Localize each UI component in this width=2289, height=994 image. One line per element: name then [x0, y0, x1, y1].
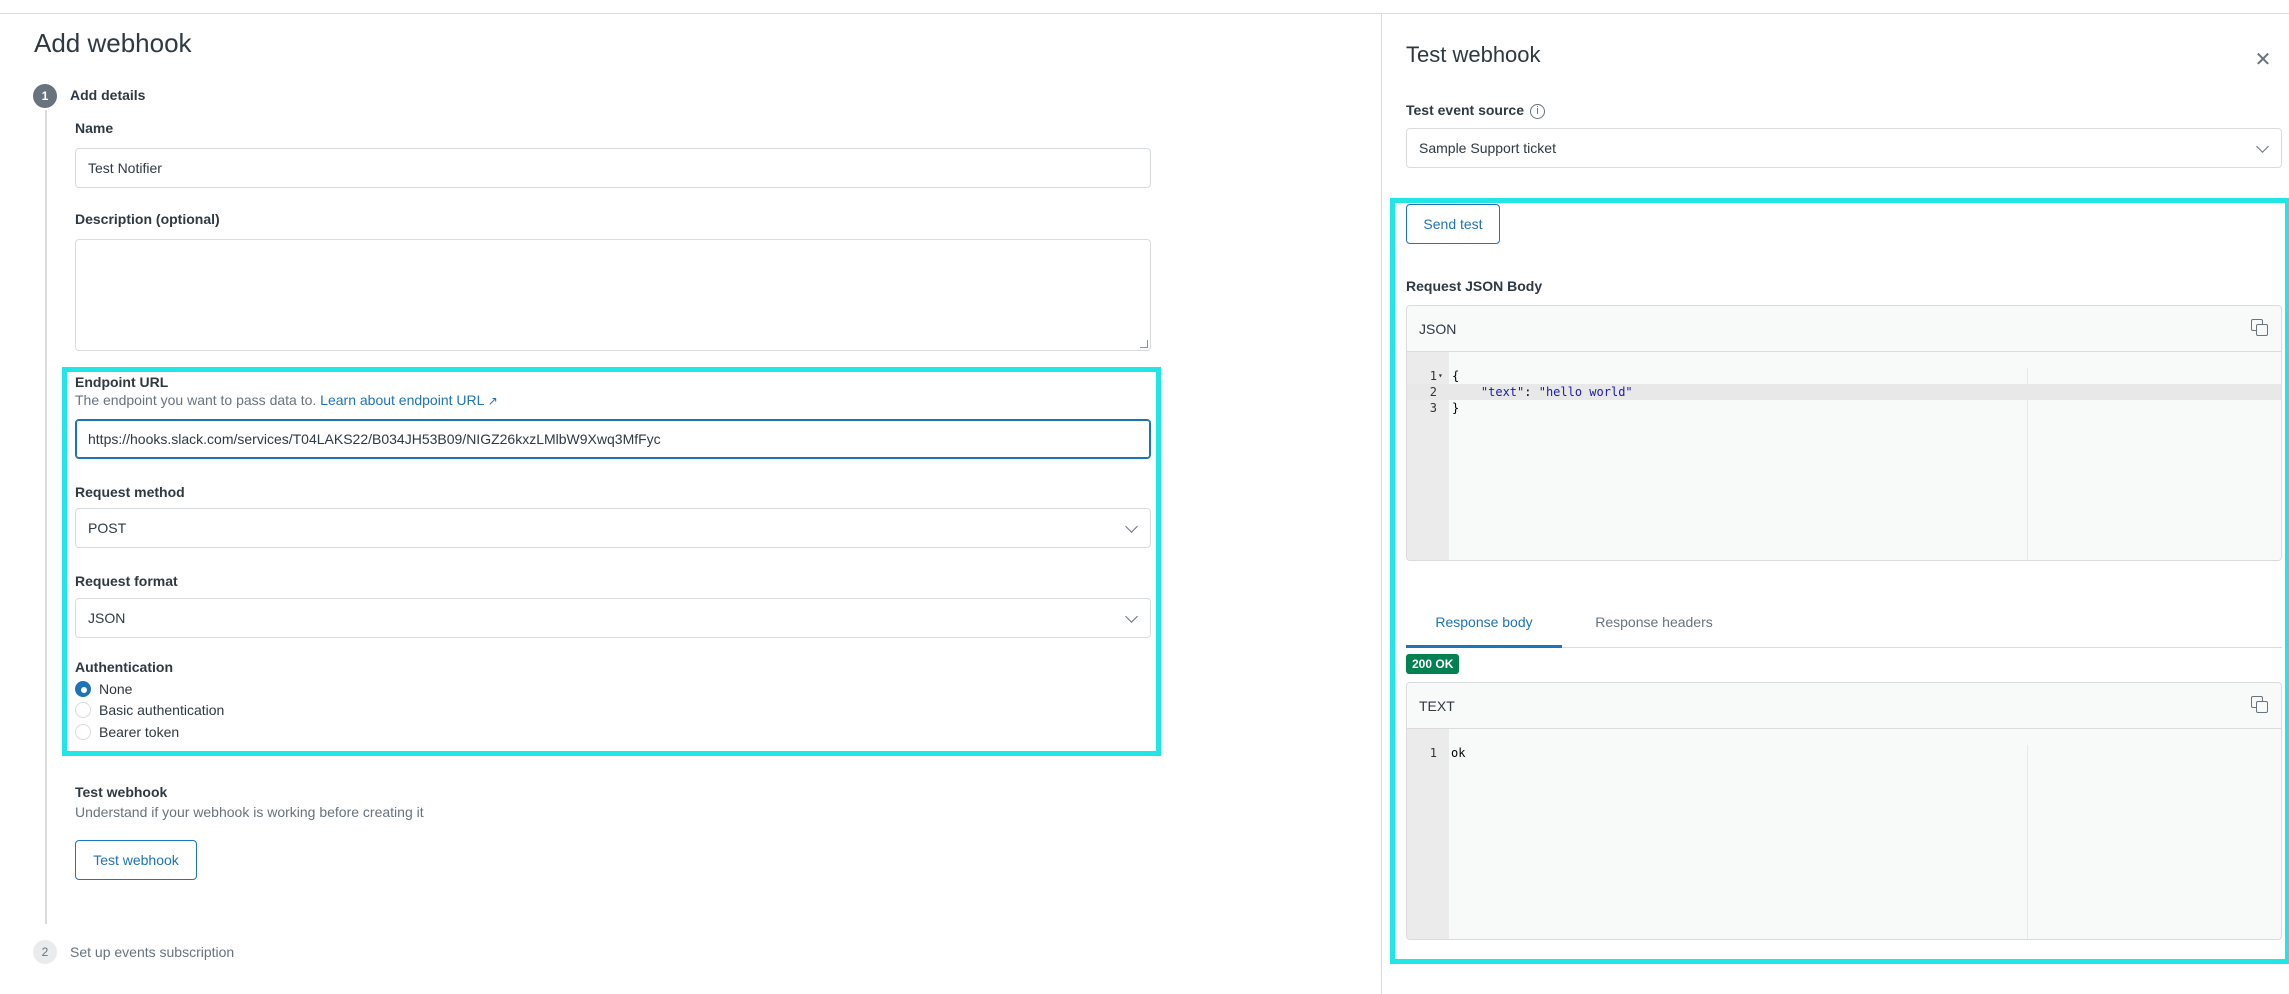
auth-option-label: Bearer token	[99, 724, 180, 740]
chevron-down-icon	[1125, 520, 1138, 533]
response-format-label: TEXT	[1419, 698, 1455, 714]
close-icon[interactable]: ✕	[2253, 50, 2273, 70]
print-margin	[2027, 745, 2028, 939]
radio-unchecked-icon[interactable]	[75, 702, 91, 718]
send-test-button[interactable]: Send test	[1406, 204, 1500, 244]
info-icon[interactable]: i	[1530, 104, 1546, 119]
line-number: 1	[1429, 369, 1437, 383]
description-label: Description (optional)	[75, 211, 220, 227]
learn-endpoint-url-link-text[interactable]: Learn about endpoint URL	[320, 392, 484, 408]
request-json-editor[interactable]: JSON 1 ▾ { 2 "text": "hello world" 3 }	[1406, 305, 2282, 561]
endpoint-url-hint: The endpoint you want to pass data to. L…	[75, 392, 498, 408]
json-value: "hello world"	[1538, 385, 1633, 399]
auth-option-label: Basic authentication	[99, 702, 225, 718]
step-1-indicator: 1	[33, 84, 57, 108]
authentication-label: Authentication	[75, 659, 173, 675]
test-webhook-title: Test webhook	[75, 784, 168, 800]
auth-option-label: None	[99, 681, 133, 697]
response-tabs: Response body Response headers	[1406, 602, 2282, 648]
code-line: 1 ok	[1407, 745, 2281, 761]
step-2-label: Set up events subscription	[70, 944, 235, 960]
request-format-label: JSON	[1419, 321, 1457, 337]
code-text: ok	[1451, 746, 1466, 760]
response-text-viewer[interactable]: TEXT 1 ok	[1406, 682, 2282, 940]
auth-option-none[interactable]: None	[75, 679, 132, 699]
description-field[interactable]	[75, 239, 1151, 351]
line-number: 3	[1429, 401, 1437, 415]
code-line-active: 2 "text": "hello world"	[1407, 384, 2281, 400]
name-label: Name	[75, 120, 114, 136]
chevron-down-icon	[1125, 610, 1138, 623]
test-webhook-panel: Test webhook ✕ Test event source i Sample…	[1381, 14, 2289, 994]
status-badge: 200 OK	[1406, 654, 1460, 674]
json-key: "text"	[1480, 385, 1525, 399]
radio-unchecked-icon[interactable]	[75, 724, 91, 740]
request-code-area[interactable]: 1 ▾ { 2 "text": "hello world" 3 }	[1407, 352, 2281, 560]
add-webhook-form-panel: Add webhook 1 Add details Name Test Noti…	[0, 14, 1381, 994]
code-text: }	[1452, 401, 1460, 415]
auth-option-bearer[interactable]: Bearer token	[75, 722, 179, 742]
json-separator: :	[1524, 385, 1539, 399]
request-method-value: POST	[88, 520, 127, 536]
request-format-value: JSON	[88, 610, 126, 626]
test-webhook-hint: Understand if your webhook is working be…	[75, 804, 424, 820]
external-link-icon: ↗	[487, 394, 498, 408]
page-title: Add webhook	[34, 28, 192, 58]
learn-endpoint-url-link[interactable]: Learn about endpoint URL ↗	[320, 392, 498, 408]
endpoint-url-label: Endpoint URL	[75, 374, 169, 390]
chevron-down-icon	[2256, 140, 2269, 153]
step-2-indicator: 2	[33, 940, 57, 964]
request-method-select[interactable]: POST	[75, 508, 1151, 548]
fold-icon[interactable]: ▾	[1438, 368, 1443, 384]
line-number: 2	[1429, 385, 1437, 399]
step-1-label: Add details	[70, 87, 146, 103]
request-format-label: Request format	[75, 573, 178, 589]
resize-grip-icon[interactable]	[1140, 340, 1148, 348]
top-bar	[0, 0, 2289, 14]
request-editor-header: JSON	[1407, 306, 2281, 352]
tab-response-body[interactable]: Response body	[1406, 602, 1562, 648]
test-event-source-label-text: Test event source	[1406, 102, 1525, 118]
response-viewer-header: TEXT	[1407, 683, 2281, 729]
test-event-source-select[interactable]: Sample Support ticket	[1406, 128, 2282, 168]
tab-response-headers[interactable]: Response headers	[1576, 602, 1732, 648]
name-field[interactable]: Test Notifier	[75, 148, 1151, 188]
endpoint-url-field[interactable]: https://hooks.slack.com/services/T04LAKS…	[75, 419, 1151, 459]
auth-option-basic[interactable]: Basic authentication	[75, 700, 224, 720]
response-code-area[interactable]: 1 ok	[1407, 729, 2281, 939]
code-text: "text": "hello world"	[1452, 384, 1633, 400]
code-line: 3 }	[1407, 400, 2281, 416]
request-json-body-label: Request JSON Body	[1406, 278, 1543, 294]
test-event-source-label: Test event source i	[1406, 102, 1546, 119]
copy-icon[interactable]	[2251, 696, 2269, 714]
request-method-label: Request method	[75, 484, 185, 500]
test-event-source-value: Sample Support ticket	[1419, 140, 1556, 156]
step-connector-line	[45, 110, 47, 924]
line-number: 1	[1429, 746, 1437, 760]
endpoint-url-hint-text: The endpoint you want to pass data to.	[75, 392, 317, 408]
test-webhook-button[interactable]: Test webhook	[75, 840, 197, 880]
code-line: 1 ▾ {	[1407, 368, 2281, 384]
radio-checked-icon[interactable]	[75, 681, 91, 697]
panel-title: Test webhook	[1406, 42, 1541, 67]
request-format-select[interactable]: JSON	[75, 598, 1151, 638]
code-text: {	[1452, 369, 1460, 383]
copy-icon[interactable]	[2251, 319, 2269, 337]
